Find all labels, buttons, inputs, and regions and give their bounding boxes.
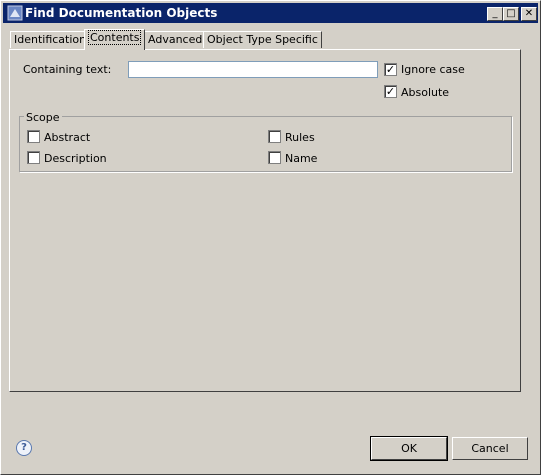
tab-identification[interactable]: Identification [10,31,91,48]
ignore-case-label: Ignore case [401,63,465,76]
ignore-case-checkbox[interactable]: ✓ [384,63,397,76]
containing-text-input[interactable] [128,61,378,78]
tab-object-type-specific[interactable]: Object Type Specific [203,31,322,48]
name-label: Name [285,152,318,165]
description-checkbox[interactable] [27,151,40,164]
help-icon[interactable]: ? [16,440,32,456]
abstract-checkbox[interactable] [27,130,40,143]
absolute-label: Absolute [401,86,450,99]
tab-advanced[interactable]: Advanced [144,31,207,48]
close-button[interactable]: ✕ [521,7,537,21]
scope-title: Scope [24,111,62,124]
minimize-button[interactable]: _ [487,7,503,21]
description-label: Description [44,152,107,165]
ok-button[interactable]: OK [370,436,448,461]
containing-text-label: Containing text: [23,63,112,76]
title-bar[interactable]: Find Documentation Objects _ □ ✕ [3,3,538,23]
app-icon [7,5,23,21]
tab-panel-contents [9,49,521,392]
cancel-button[interactable]: Cancel [452,437,528,460]
absolute-checkbox[interactable]: ✓ [384,85,397,98]
name-checkbox[interactable] [268,151,281,164]
tab-contents[interactable]: Contents [84,29,146,50]
window-title: Find Documentation Objects [25,6,218,20]
maximize-button[interactable]: □ [503,7,519,21]
rules-label: Rules [285,131,315,144]
abstract-label: Abstract [44,131,91,144]
rules-checkbox[interactable] [268,130,281,143]
